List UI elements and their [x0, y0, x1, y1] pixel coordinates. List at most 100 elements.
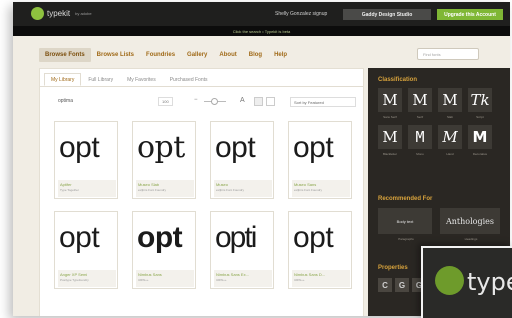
sample-toolbar: optima 100 − A Sort by Featured — [54, 97, 359, 107]
font-sample: opti — [215, 221, 257, 254]
card-meta: Anger XP Semi Positype Typefoundry — [58, 270, 116, 287]
font-sample: opt — [59, 131, 100, 164]
font-card[interactable]: opt Anger XP Semi Positype Typefoundry — [54, 211, 118, 289]
card-meta: Aptifer Type Together — [58, 180, 116, 197]
foundry-name: exljbris Font Foundry — [216, 188, 245, 192]
class-label: Script — [476, 115, 484, 119]
top-bar: typekit by adobe Shelly Gonzalez signup … — [13, 2, 510, 26]
user-link[interactable]: Shelly Gonzalez signup — [275, 11, 327, 17]
card-meta: Nimbus Sans D... URW++ — [292, 270, 350, 287]
class-label: Blackletter — [382, 152, 397, 156]
list-view-icon[interactable] — [266, 97, 275, 106]
font-card[interactable]: opt Nimbus Sans D... URW++ — [288, 211, 352, 289]
logo-text: typekit — [47, 9, 71, 18]
class-mono[interactable]: M — [408, 125, 432, 149]
class-script[interactable]: Tk — [468, 88, 492, 112]
nav-blog[interactable]: Blog — [243, 48, 268, 62]
logo-icon — [31, 7, 44, 20]
size-slider-handle[interactable] — [211, 98, 218, 105]
nav-browse-fonts[interactable]: Browse Fonts — [39, 48, 91, 62]
font-sample: opt — [215, 131, 256, 164]
font-sample: opt — [137, 130, 185, 165]
recommended-body-text[interactable]: Body text — [378, 208, 432, 234]
nav-help[interactable]: Help — [268, 48, 293, 62]
class-slab[interactable]: M — [438, 88, 462, 112]
font-name[interactable]: Aptifer — [60, 182, 72, 187]
search-input[interactable]: Find fonts — [417, 48, 479, 60]
font-card[interactable]: opt Museo Sans exljbris Font Foundry — [288, 121, 352, 199]
property-tile[interactable]: C — [378, 278, 392, 292]
class-serif[interactable]: M — [408, 88, 432, 112]
recommended-caption: Headings — [464, 237, 478, 241]
foundry-name: URW++ — [216, 278, 227, 282]
class-label: Decorative — [472, 152, 488, 156]
library-tabs: My Library Full Library My Favorites Pur… — [44, 73, 215, 86]
font-sample: opt — [293, 221, 334, 254]
class-label: Hand — [446, 152, 454, 156]
class-label: Serif — [416, 115, 424, 119]
class-blackletter[interactable]: M — [378, 125, 402, 149]
class-decorative[interactable]: M — [468, 125, 492, 149]
card-meta: Nimbus Sans URW++ — [136, 270, 194, 287]
font-sample: opt — [293, 131, 334, 164]
decrease-size-icon[interactable]: − — [194, 97, 198, 103]
size-select[interactable]: 100 — [158, 97, 173, 106]
class-label: Mono — [416, 152, 424, 156]
class-label: Sans Serif — [383, 115, 397, 119]
property-tile[interactable]: G — [395, 278, 409, 292]
tab-full-library[interactable]: Full Library — [81, 73, 120, 86]
card-meta: Museo Sans exljbris Font Foundry — [292, 180, 350, 197]
foundry-name: Positype Typefoundry — [60, 278, 89, 282]
studio-button[interactable]: Gaddy Design Studio — [343, 9, 431, 20]
nav-gallery[interactable]: Gallery — [181, 48, 213, 62]
announcement-bar: Click the search • Typekit is beta — [13, 26, 510, 36]
typekit-logo[interactable]: typekit by adobe — [31, 7, 92, 20]
font-card[interactable]: opt Museo Slab exljbris Font Foundry — [132, 121, 196, 199]
properties-title: Properties — [378, 265, 408, 271]
font-card[interactable]: opti Nimbus Sans Ex... URW++ — [210, 211, 274, 289]
upgrade-button[interactable]: Upgrade this Account — [437, 9, 503, 20]
font-name[interactable]: Museo Slab — [138, 182, 159, 187]
font-sample: opt — [137, 221, 183, 254]
font-card[interactable]: opt Nimbus Sans URW++ — [132, 211, 196, 289]
class-label: Slab — [446, 115, 453, 119]
foundry-name: URW++ — [294, 278, 305, 282]
font-name[interactable]: Nimbus Sans Ex... — [216, 272, 249, 277]
tab-divider — [40, 86, 363, 87]
nav-browse-lists[interactable]: Browse Lists — [91, 48, 140, 62]
sample-text-input[interactable]: optima — [58, 98, 73, 104]
logo-sub: by adobe — [75, 11, 92, 16]
nav-about[interactable]: About — [213, 48, 242, 62]
grid-view-icon[interactable] — [254, 97, 263, 106]
font-sample: opt — [59, 221, 100, 254]
inset-logo-text: type — [467, 268, 512, 296]
tab-my-library[interactable]: My Library — [44, 73, 82, 86]
recommended-headings[interactable]: Anthologies — [440, 208, 500, 234]
sort-select[interactable]: Sort by Featured — [290, 97, 356, 107]
foundry-name: exljbris Font Foundry — [294, 188, 323, 192]
class-sans-serif[interactable]: M — [378, 88, 402, 112]
increase-size-icon[interactable]: A — [240, 97, 245, 104]
recommended-caption: Paragraphs — [398, 237, 414, 241]
font-name[interactable]: Anger XP Semi — [60, 272, 87, 277]
classification-title: Classification — [378, 77, 418, 83]
font-name[interactable]: Museo — [216, 182, 228, 187]
foundry-name: exljbris Font Foundry — [138, 188, 167, 192]
library-panel: My Library Full Library My Favorites Pur… — [39, 68, 364, 316]
card-meta: Nimbus Sans Ex... URW++ — [214, 270, 272, 287]
main-nav: Browse Fonts Browse Lists Foundries Gall… — [39, 47, 479, 63]
foundry-name: URW++ — [138, 278, 149, 282]
font-name[interactable]: Nimbus Sans — [138, 272, 162, 277]
font-name[interactable]: Nimbus Sans D... — [294, 272, 325, 277]
foundry-name: Type Together — [60, 188, 79, 192]
card-meta: Museo exljbris Font Foundry — [214, 180, 272, 197]
card-meta: Museo Slab exljbris Font Foundry — [136, 180, 194, 197]
class-hand[interactable]: M — [438, 125, 462, 149]
font-card[interactable]: opt Aptifer Type Together — [54, 121, 118, 199]
font-card[interactable]: opt Museo exljbris Font Foundry — [210, 121, 274, 199]
recommended-title: Recommended For — [378, 196, 433, 202]
tab-my-favorites[interactable]: My Favorites — [120, 73, 163, 86]
tab-purchased-fonts[interactable]: Purchased Fonts — [163, 73, 215, 86]
font-name[interactable]: Museo Sans — [294, 182, 316, 187]
nav-foundries[interactable]: Foundries — [140, 48, 181, 62]
